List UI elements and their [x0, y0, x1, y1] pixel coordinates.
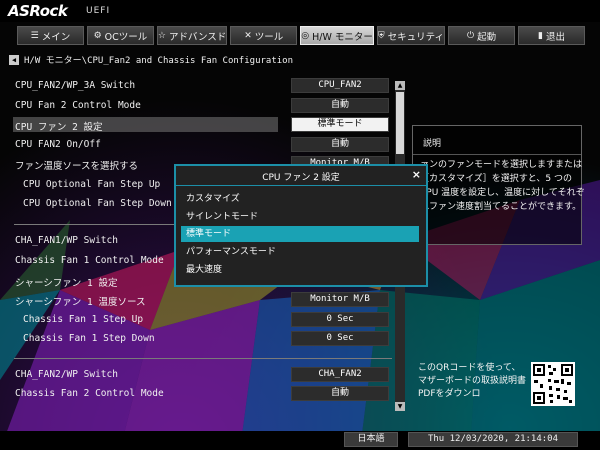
- datetime-display: Thu 12/03/2020, 21:14:04: [408, 432, 578, 447]
- star-icon: ☆: [157, 30, 166, 41]
- tab-label: アドバンスド: [168, 31, 227, 43]
- exit-icon: ▮: [538, 30, 543, 41]
- tab-security[interactable]: ⛨ セキュリティ: [376, 26, 446, 45]
- breadcrumb: ◀ H/W モニター\CPU_Fan2 and Chassis Fan Conf…: [9, 53, 293, 66]
- language-button[interactable]: 日本語: [344, 432, 398, 447]
- tab-exit[interactable]: ▮ 退出: [518, 26, 585, 45]
- tab-label: 退出: [545, 31, 565, 43]
- setting-value[interactable]: CPU_FAN2: [291, 78, 389, 93]
- setting-label: CPU_FAN2/WP_3A Switch: [15, 80, 136, 91]
- setting-row[interactable]: CPU_FAN2/WP_3A Switch CPU_FAN2: [0, 77, 400, 95]
- tab-hw-monitor[interactable]: ◎ H/W モニター: [300, 26, 374, 45]
- scroll-down-icon[interactable]: ▼: [395, 402, 405, 411]
- setting-value[interactable]: 0 Sec: [291, 312, 389, 327]
- dialog-title: CPU ファン 2 設定: [262, 173, 340, 183]
- setting-row[interactable]: Chassis Fan 2 Control Mode 自動: [0, 385, 400, 403]
- setting-value[interactable]: 自動: [291, 98, 389, 113]
- setting-row[interactable]: CPU FAN2 On/Off 自動: [0, 136, 400, 154]
- setting-row-selected[interactable]: CPU ファン 2 設定 標準モード: [0, 116, 400, 134]
- setting-value[interactable]: 自動: [291, 137, 389, 152]
- tab-boot[interactable]: ⏻ 起動: [448, 26, 516, 45]
- setting-label: CPU Optional Fan Step Down: [23, 198, 172, 209]
- setting-value[interactable]: 標準モード: [291, 117, 389, 132]
- dialog-option[interactable]: パフォーマンスモード: [181, 244, 419, 260]
- dialog-option[interactable]: サイレントモード: [181, 209, 419, 225]
- section-divider: [14, 358, 392, 359]
- tab-tools[interactable]: ✕ ツール: [230, 26, 298, 45]
- scroll-up-icon[interactable]: ▲: [395, 81, 405, 90]
- setting-row[interactable]: CPU Fan 2 Control Mode 自動: [0, 97, 400, 115]
- tab-oc-tools[interactable]: ⚙ OCツール: [86, 26, 154, 45]
- breadcrumb-text: H/W モニター\CPU_Fan2 and Chassis Fan Config…: [24, 56, 293, 66]
- tab-main[interactable]: ☰ メイン: [17, 26, 84, 45]
- menu-icon: ☰: [30, 30, 39, 41]
- setting-label: ファン温度ソースを選択する: [15, 161, 139, 172]
- description-text: ァンのファンモードを選択しますまたは［カスタマイズ］を選択すと、5 つの CPU…: [420, 160, 585, 212]
- setting-label: シャーシファン 1 温度ソース: [15, 297, 146, 308]
- qr-caption: このQRコードを使って、マザーボードの取扱説明書PDFをダウンロ: [418, 363, 527, 399]
- shield-icon: ⛨: [377, 30, 385, 41]
- dialog-option[interactable]: 最大速度: [181, 262, 419, 278]
- setting-value[interactable]: 0 Sec: [291, 331, 389, 346]
- tab-label: 起動: [477, 31, 497, 43]
- setting-label: シャーシファン 1 設定: [15, 278, 118, 289]
- setting-label: CPU ファン 2 設定: [15, 122, 103, 133]
- setting-row[interactable]: CHA_FAN2/WP Switch CHA_FAN2: [0, 366, 400, 384]
- tab-advanced[interactable]: ☆ アドバンスド: [156, 26, 228, 45]
- fan-mode-dialog: CPU ファン 2 設定 × カスタマイズ サイレントモード 標準モード パフォ…: [174, 164, 428, 287]
- main-tabs: ☰ メイン ⚙ OCツール ☆ アドバンスド ✕ ツール ◎ H/W モニター ⛨ セキュリ…: [17, 26, 585, 45]
- setting-label: Chassis Fan 1 Step Down: [23, 333, 155, 344]
- setting-label: CHA_FAN2/WP Switch: [15, 369, 118, 380]
- back-arrow-icon[interactable]: ◀: [9, 54, 19, 65]
- setting-label: CPU Fan 2 Control Mode: [15, 100, 141, 111]
- setting-label: CPU Optional Fan Step Up: [23, 179, 161, 190]
- monitor-icon: ◎: [301, 30, 310, 41]
- setting-label: Chassis Fan 1 Step Up: [23, 314, 144, 325]
- close-icon[interactable]: ×: [412, 168, 421, 181]
- brand-logo: ASRock: [8, 2, 68, 20]
- power-icon: ⏻: [466, 30, 475, 41]
- oc-icon: ⚙: [93, 30, 102, 41]
- setting-value[interactable]: CHA_FAN2: [291, 367, 389, 382]
- setting-value[interactable]: Monitor M/B: [291, 292, 389, 307]
- setting-label: Chassis Fan 1 Control Mode: [15, 255, 164, 266]
- setting-value[interactable]: 自動: [291, 386, 389, 401]
- top-bar: ASRock UEFI: [0, 0, 600, 22]
- tab-label: OCツール: [104, 31, 148, 43]
- tab-label: セキュリティ: [387, 31, 445, 43]
- setting-row[interactable]: Chassis Fan 1 Step Up 0 Sec: [0, 311, 400, 329]
- description-divider: [413, 154, 581, 155]
- dialog-divider: [176, 185, 426, 186]
- setting-row[interactable]: シャーシファン 1 温度ソース Monitor M/B: [0, 291, 400, 309]
- setting-label: CHA_FAN1/WP Switch: [15, 235, 118, 246]
- tools-icon: ✕: [244, 30, 252, 41]
- description-title: 説明: [423, 139, 442, 149]
- setting-label: Chassis Fan 2 Control Mode: [15, 388, 164, 399]
- brand-sub: UEFI: [86, 6, 111, 16]
- dialog-option[interactable]: カスタマイズ: [181, 191, 419, 207]
- scrollbar-thumb[interactable]: [396, 92, 404, 154]
- tab-label: メイン: [41, 31, 71, 43]
- dialog-option-selected[interactable]: 標準モード: [181, 226, 419, 242]
- qr-code[interactable]: [531, 362, 575, 406]
- setting-label: CPU FAN2 On/Off: [15, 139, 101, 150]
- tab-label: H/W モニター: [312, 31, 373, 43]
- setting-row[interactable]: Chassis Fan 1 Step Down 0 Sec: [0, 330, 400, 348]
- tab-label: ツール: [254, 31, 284, 43]
